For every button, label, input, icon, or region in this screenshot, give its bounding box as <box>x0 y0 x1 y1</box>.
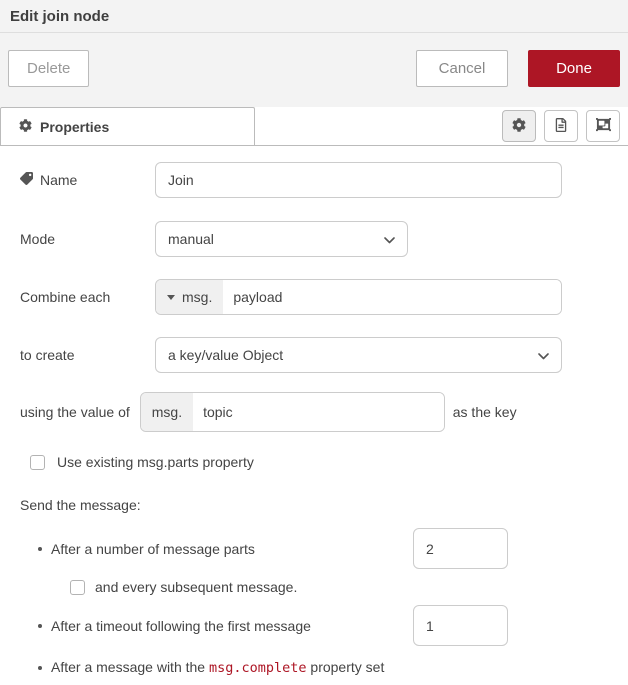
use-parts-checkbox[interactable] <box>30 455 45 470</box>
name-row: Name <box>20 162 608 198</box>
mode-row: Mode manual <box>20 221 608 257</box>
chevron-down-icon <box>538 347 549 363</box>
key-value-input[interactable] <box>193 393 444 431</box>
caret-down-icon <box>167 295 175 300</box>
gear-icon <box>19 119 32 135</box>
delete-button[interactable]: Delete <box>8 50 89 87</box>
chevron-down-icon <box>384 231 395 247</box>
combine-value-input[interactable] <box>223 280 561 314</box>
properties-gear-button[interactable] <box>502 110 536 142</box>
to-create-select[interactable]: a key/value Object <box>155 337 562 373</box>
after-count-label: After a number of message parts <box>51 541 255 557</box>
name-input[interactable] <box>155 162 562 198</box>
to-create-select-value: a key/value Object <box>168 347 283 363</box>
tag-icon <box>20 172 33 188</box>
combine-prefix-label: msg. <box>182 289 212 305</box>
mode-select-value: manual <box>168 231 214 247</box>
document-icon <box>555 118 567 135</box>
after-timeout-label: After a timeout following the first mess… <box>51 618 311 634</box>
editor-icon-toolbar <box>502 110 628 142</box>
subsequent-checkbox[interactable] <box>70 580 85 595</box>
dialog-title: Edit join node <box>10 8 109 25</box>
after-complete-row: After a message with the msg.complete pr… <box>20 659 608 676</box>
after-count-input[interactable] <box>413 528 508 569</box>
after-count-row: After a number of message parts <box>20 528 608 569</box>
dialog-header: Edit join node <box>0 0 628 33</box>
to-create-row: to create a key/value Object <box>20 337 608 373</box>
dialog-button-bar: Delete Cancel Done <box>0 33 628 103</box>
appearance-button[interactable] <box>586 110 620 142</box>
subsequent-row: and every subsequent message. <box>70 579 608 595</box>
cancel-button[interactable]: Cancel <box>416 50 508 87</box>
combine-type-button[interactable]: msg. <box>156 280 223 314</box>
key-prefix-label-wrap[interactable]: msg. <box>141 393 193 431</box>
tab-properties[interactable]: Properties <box>0 107 255 145</box>
description-button[interactable] <box>544 110 578 142</box>
mode-select[interactable]: manual <box>155 221 408 257</box>
done-button[interactable]: Done <box>528 50 620 87</box>
send-section-label: Send the message: <box>20 497 608 513</box>
name-label: Name <box>40 172 77 188</box>
key-row-suffix: as the key <box>453 404 517 420</box>
properties-form: Name Mode manual Combine each msg. to cr… <box>0 146 628 676</box>
key-row: using the value of msg. as the key <box>20 392 608 432</box>
combine-row: Combine each msg. <box>20 279 608 315</box>
name-label-wrap: Name <box>20 172 155 188</box>
combine-label: Combine each <box>20 289 155 305</box>
after-timeout-input[interactable] <box>413 605 508 646</box>
after-complete-text: After a message with the msg.complete pr… <box>51 659 384 676</box>
key-typed-input: msg. <box>140 392 445 432</box>
bullet-icon <box>38 624 42 628</box>
object-group-icon <box>596 117 611 135</box>
use-parts-label: Use existing msg.parts property <box>57 454 254 470</box>
to-create-label: to create <box>20 347 155 363</box>
msg-complete-code: msg.complete <box>209 660 307 676</box>
use-parts-row: Use existing msg.parts property <box>30 454 608 470</box>
bullet-icon <box>38 547 42 551</box>
bullet-icon <box>38 666 42 670</box>
mode-label: Mode <box>20 231 155 247</box>
subsequent-label: and every subsequent message. <box>95 579 297 595</box>
combine-typed-input: msg. <box>155 279 562 315</box>
gear-icon <box>512 118 526 135</box>
tab-properties-label: Properties <box>40 119 109 135</box>
key-row-label: using the value of <box>20 404 130 420</box>
key-prefix-label: msg. <box>152 404 182 420</box>
tab-bar: Properties <box>0 107 628 146</box>
after-timeout-row: After a timeout following the first mess… <box>20 605 608 646</box>
